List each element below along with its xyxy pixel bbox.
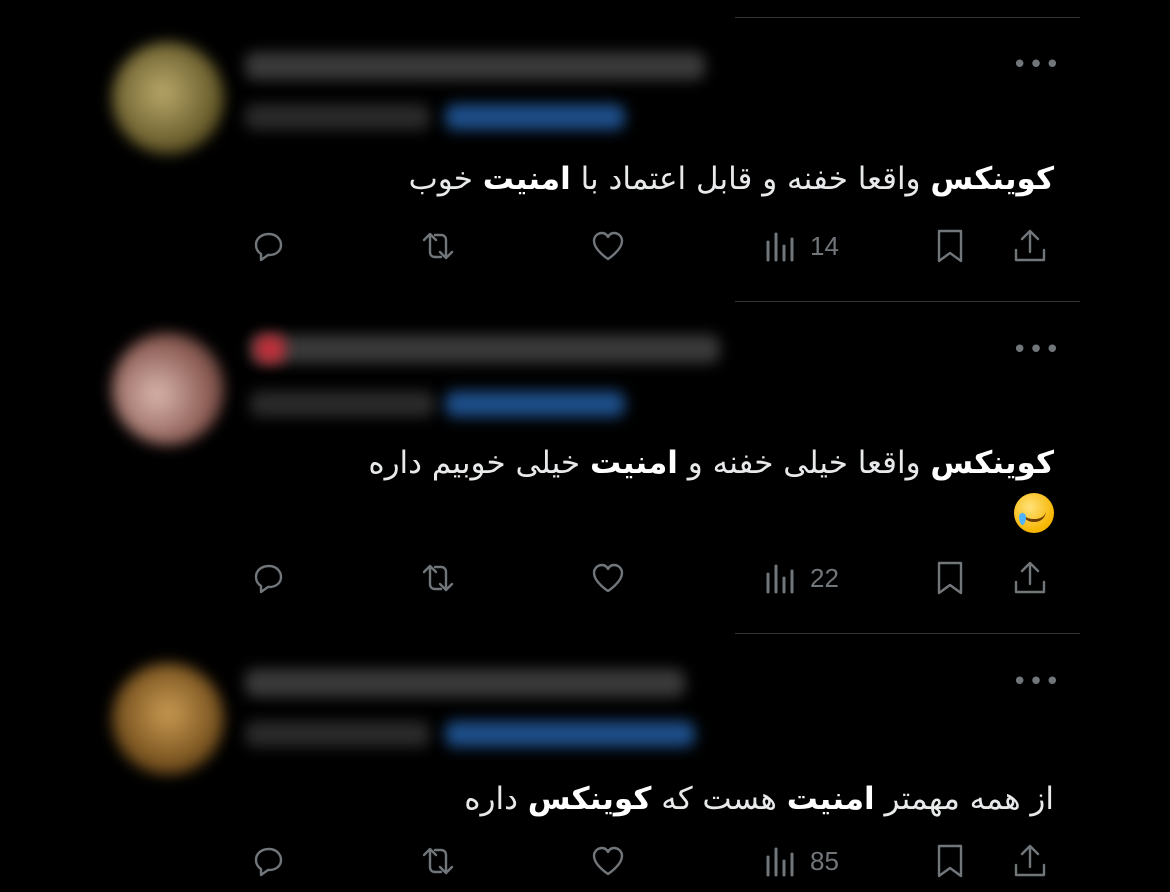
tweet-text-part: واقعا خیلی خفنه و [677, 445, 931, 481]
tweet-text-part: واقعا خفنه و قابل اعتماد با [570, 161, 931, 197]
retweet-icon[interactable] [418, 558, 462, 602]
tweet-text-bold: کوینکس [930, 161, 1054, 197]
like-icon[interactable] [588, 841, 632, 885]
tweet-text-part: داره [464, 781, 528, 817]
replying-to-blurred [245, 721, 430, 747]
tweet-actions: 14 [0, 226, 1170, 270]
views-count: 85 [810, 845, 839, 876]
heart-emoji-blurred [255, 335, 285, 363]
mention-link-blurred[interactable] [445, 104, 625, 130]
bookmark-icon[interactable] [930, 558, 974, 602]
more-icon[interactable]: ••• [1012, 335, 1061, 365]
like-icon[interactable] [588, 558, 632, 602]
views-count: 22 [810, 562, 839, 593]
tweet[interactable]: ••• از همه مهمتر امنیت هست که کوینکس دار… [0, 633, 1170, 892]
tweet-text: کوینکس واقعا خفنه و قابل اعتماد با امنیت… [294, 155, 1054, 203]
avatar[interactable] [112, 333, 224, 445]
user-name-blurred[interactable] [250, 335, 720, 363]
tweet-text-part: خیلی خوبیم داره [368, 445, 590, 481]
replying-to-blurred [245, 104, 430, 130]
mention-link-blurred[interactable] [445, 391, 625, 417]
mention-link-blurred[interactable] [445, 721, 695, 747]
tweet-text-bold: امنیت [589, 445, 678, 481]
like-icon[interactable] [588, 226, 632, 270]
user-name-blurred[interactable] [245, 52, 705, 80]
tweet-text-part: از همه مهمتر [874, 781, 1054, 817]
bookmark-icon[interactable] [930, 841, 974, 885]
views-button[interactable]: 85 [762, 843, 839, 879]
reply-icon[interactable] [248, 841, 292, 885]
retweet-icon[interactable] [418, 841, 462, 885]
views-icon [766, 232, 794, 262]
crying-smile-emoji [1014, 492, 1054, 533]
views-icon [766, 847, 794, 877]
tweet-text-bold: کوینکس [930, 445, 1054, 481]
views-button[interactable]: 22 [762, 560, 839, 596]
views-button[interactable]: 14 [762, 228, 839, 264]
tweet-actions: 85 [0, 841, 1170, 885]
user-name-blurred[interactable] [245, 669, 685, 697]
views-count: 14 [810, 230, 839, 261]
reply-icon[interactable] [248, 226, 292, 270]
more-icon[interactable]: ••• [1012, 667, 1061, 697]
share-icon[interactable] [1010, 226, 1054, 270]
tweet-actions: 22 [0, 558, 1170, 602]
bookmark-icon[interactable] [930, 226, 974, 270]
reply-icon[interactable] [248, 558, 292, 602]
tweet[interactable]: ••• کوینکس واقعا خفنه و قابل اعتماد با ا… [0, 0, 1170, 300]
tweet[interactable]: ••• کوینکس واقعا خیلی خفنه و امنیت خیلی … [0, 301, 1170, 633]
avatar[interactable] [112, 42, 224, 154]
tweet-text-bold: امنیت [786, 781, 875, 817]
retweet-icon[interactable] [418, 226, 462, 270]
tweet-text-bold: امنیت [482, 161, 571, 197]
tweet-text-part: هست که [651, 781, 787, 817]
share-icon[interactable] [1010, 841, 1054, 885]
share-icon[interactable] [1010, 558, 1054, 602]
tweet-text-part: خوب [408, 161, 483, 197]
tweet-text: از همه مهمتر امنیت هست که کوینکس داره [294, 775, 1054, 823]
tweet-text: کوینکس واقعا خیلی خفنه و امنیت خیلی خوبی… [294, 439, 1054, 535]
tweet-text-bold: کوینکس [527, 781, 652, 817]
avatar[interactable] [112, 663, 224, 775]
views-icon [766, 564, 794, 594]
more-icon[interactable]: ••• [1012, 50, 1061, 80]
replying-to-blurred [250, 391, 435, 417]
